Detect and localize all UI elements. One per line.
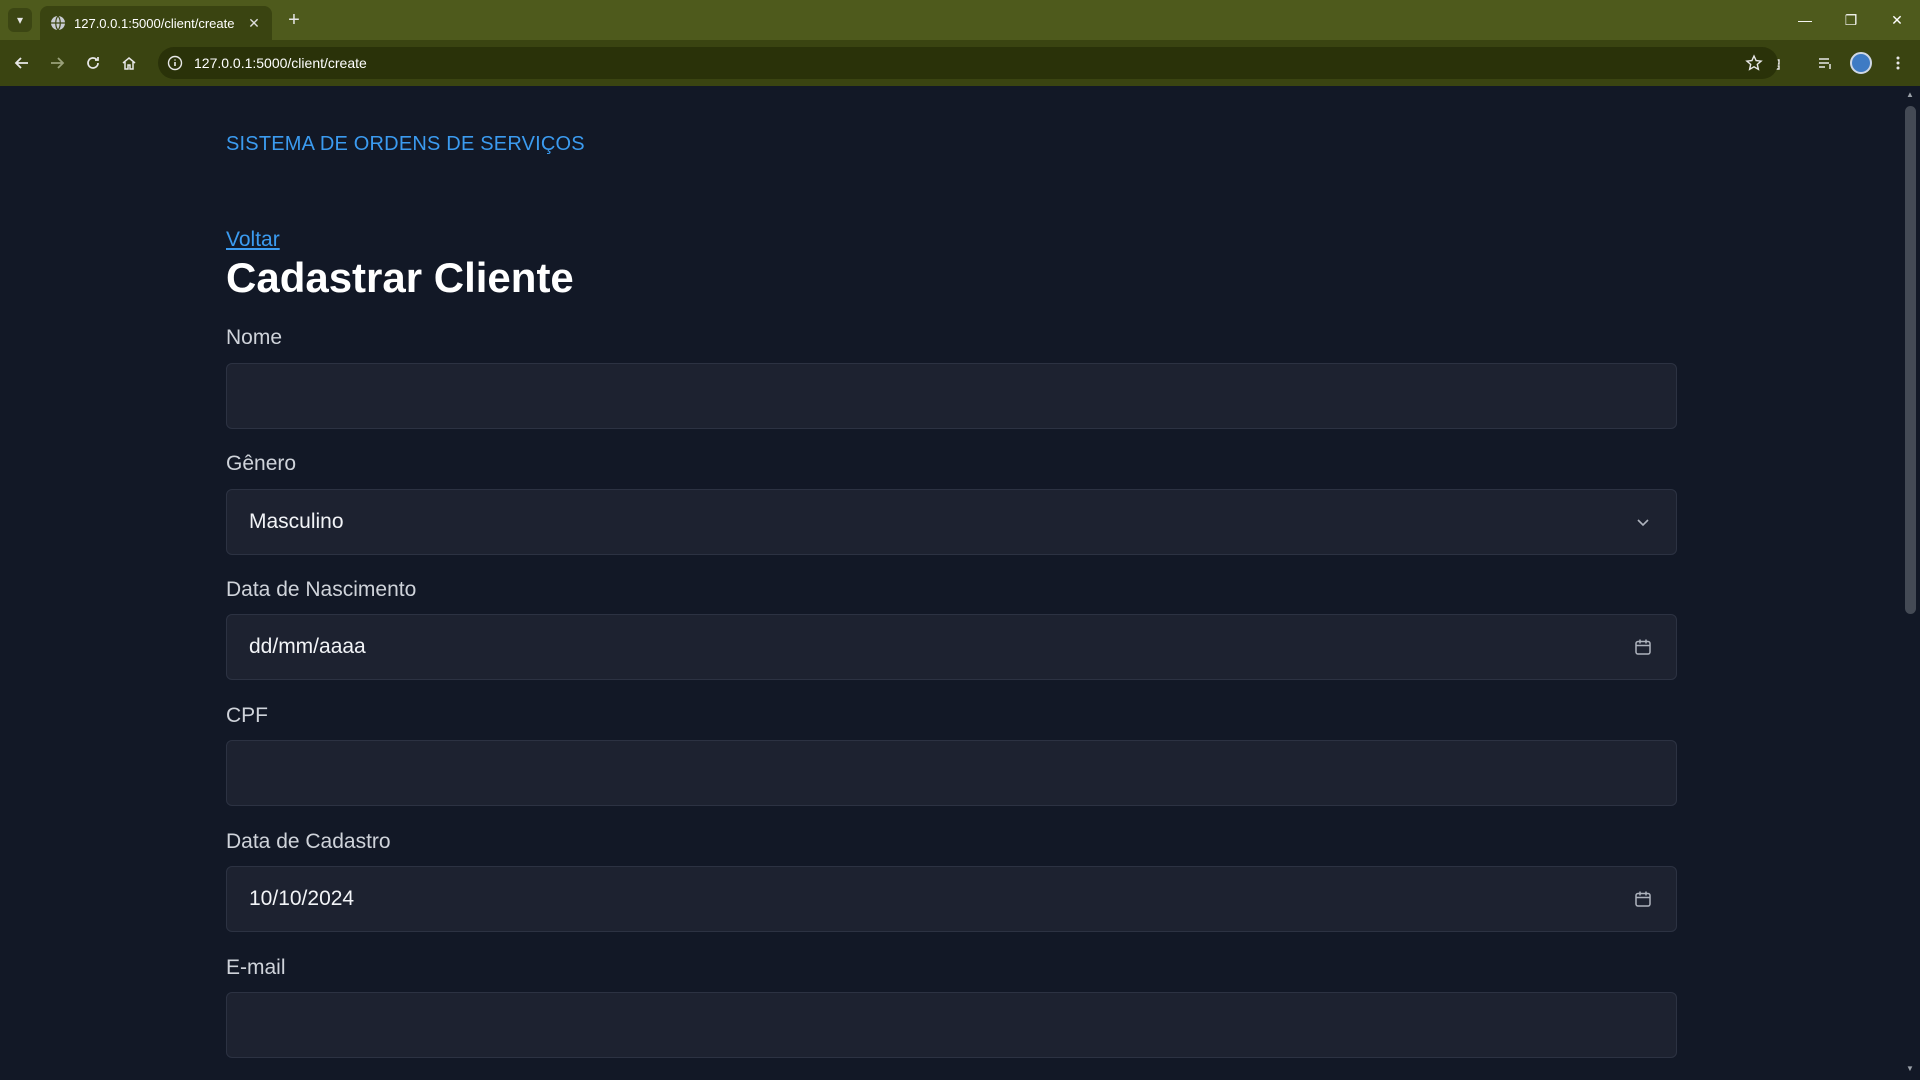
nascimento-value: dd/mm/aaaa [249,635,366,658]
brand-link[interactable]: SISTEMA DE ORDENS DE SERVIÇOS [226,133,585,156]
cpf-input[interactable] [226,740,1677,806]
cadastro-label: Data de Cadastro [226,830,391,853]
page-title: Cadastrar Cliente [226,254,574,301]
home-icon[interactable] [115,49,143,77]
reload-icon[interactable] [79,49,107,77]
more-menu-icon[interactable] [1884,49,1912,77]
nascimento-label: Data de Nascimento [226,578,417,601]
calendar-icon[interactable] [1632,636,1654,658]
email-input[interactable] [226,992,1677,1058]
globe-icon [50,15,66,31]
cpf-label: CPF [226,704,268,727]
browser-tab-bar: ▾ 127.0.0.1:5000/client/create ✕ + — ❐ ✕ [0,0,1920,40]
back-link[interactable]: Voltar [226,228,280,252]
nascimento-date-input[interactable]: dd/mm/aaaa [226,614,1677,680]
forward-icon[interactable] [43,49,71,77]
cadastro-date-input[interactable]: 10/10/2024 [226,866,1677,932]
scroll-down-icon[interactable]: ▼ [1903,1062,1917,1076]
new-tab-icon[interactable]: + [282,8,306,32]
tab-title: 127.0.0.1:5000/client/create [74,15,235,31]
site-info-icon[interactable] [166,54,184,72]
genero-select[interactable]: Masculino [226,489,1677,555]
url-text: 127.0.0.1:5000/client/create [194,55,367,71]
cadastro-value: 10/10/2024 [249,887,355,910]
nome-label: Nome [226,326,283,349]
close-window-icon[interactable]: ✕ [1874,0,1920,40]
chevron-down-icon [1632,511,1654,533]
genero-label: Gênero [226,452,297,475]
calendar-icon[interactable] [1632,888,1654,910]
genero-value: Masculino [249,510,344,533]
scroll-up-icon[interactable]: ▲ [1903,88,1917,102]
browser-tab[interactable]: 127.0.0.1:5000/client/create ✕ [40,6,272,40]
nome-input[interactable] [226,363,1677,429]
bookmark-star-icon[interactable] [1744,53,1764,73]
email-label: E-mail [226,956,286,979]
address-bar[interactable]: 127.0.0.1:5000/client/create [158,47,1778,79]
minimize-icon[interactable]: — [1782,0,1828,40]
profile-avatar[interactable] [1850,52,1872,74]
close-tab-icon[interactable]: ✕ [246,15,262,32]
back-icon[interactable] [8,49,36,77]
media-controls-icon[interactable] [1811,49,1839,77]
tab-list-icon[interactable]: ▾ [8,8,32,32]
restore-icon[interactable]: ❐ [1828,0,1874,40]
scrollbar-thumb[interactable] [1905,106,1916,614]
